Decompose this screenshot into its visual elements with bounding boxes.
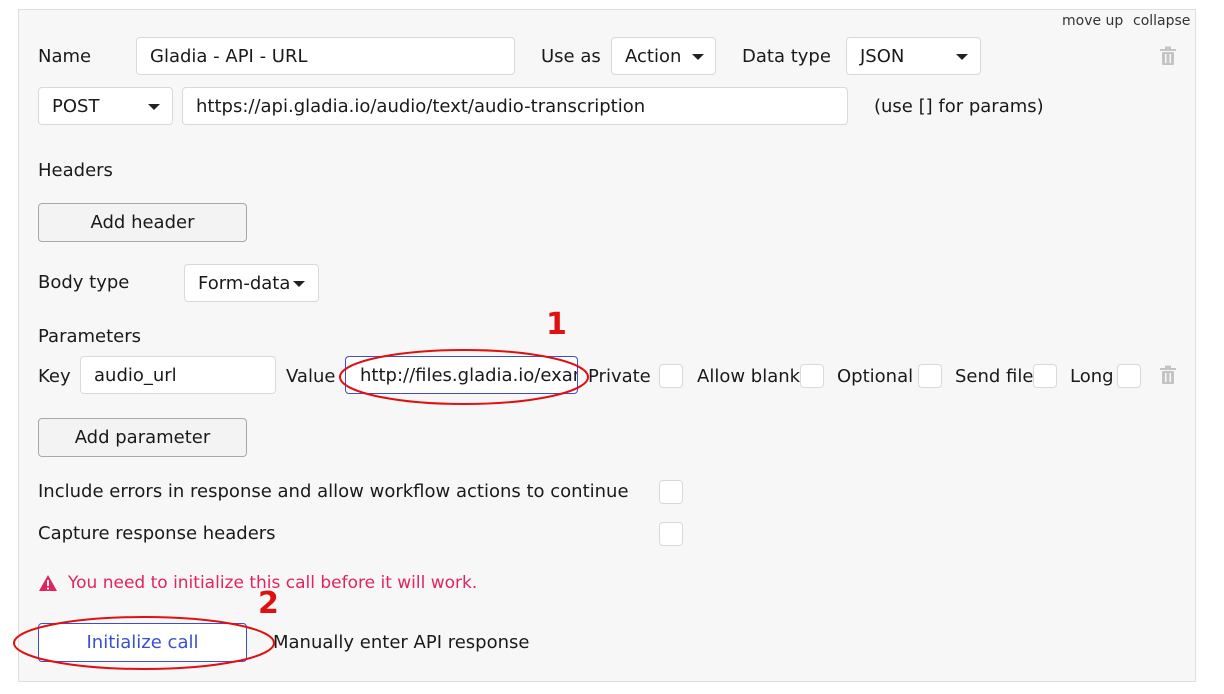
param-key-input[interactable]: audio_url bbox=[80, 356, 276, 394]
value-label: Value bbox=[286, 366, 336, 387]
method-value: POST bbox=[52, 95, 100, 117]
capture-headers-checkbox[interactable] bbox=[659, 522, 683, 546]
chevron-down-icon bbox=[148, 104, 160, 110]
annotation-ellipse-initialize bbox=[13, 616, 275, 670]
optional-label: Optional bbox=[837, 366, 914, 387]
manual-response-link[interactable]: Manually enter API response bbox=[273, 632, 529, 654]
url-input[interactable]: https://api.gladia.io/audio/text/audio-t… bbox=[182, 87, 848, 125]
private-checkbox[interactable] bbox=[659, 364, 683, 388]
use-as-label: Use as bbox=[541, 46, 601, 67]
allow-blank-label: Allow blank bbox=[697, 366, 801, 387]
name-input[interactable]: Gladia - API - URL bbox=[136, 37, 515, 75]
annotation-ellipse-value bbox=[339, 349, 589, 405]
chevron-down-icon bbox=[956, 54, 968, 60]
collapse-link[interactable]: collapse bbox=[1133, 13, 1190, 29]
body-type-dropdown[interactable]: Form-data bbox=[184, 264, 319, 302]
key-label: Key bbox=[38, 366, 71, 387]
body-type-label: Body type bbox=[38, 272, 130, 293]
annotation-number-2: 2 bbox=[258, 586, 279, 621]
annotation-number-1: 1 bbox=[546, 307, 567, 342]
add-header-button[interactable]: Add header bbox=[38, 203, 247, 242]
use-as-dropdown[interactable]: Action bbox=[611, 37, 716, 75]
allow-blank-checkbox[interactable] bbox=[800, 364, 824, 388]
long-checkbox[interactable] bbox=[1117, 364, 1141, 388]
method-dropdown[interactable]: POST bbox=[38, 87, 173, 125]
warning-icon bbox=[39, 575, 57, 591]
use-as-value: Action bbox=[625, 45, 682, 67]
url-hint: (use [] for params) bbox=[874, 96, 1044, 117]
add-parameter-button[interactable]: Add parameter bbox=[38, 418, 247, 457]
name-label: Name bbox=[38, 46, 92, 67]
include-errors-label: Include errors in response and allow wor… bbox=[38, 481, 629, 502]
include-errors-checkbox[interactable] bbox=[659, 480, 683, 504]
private-label: Private bbox=[588, 366, 651, 387]
chevron-down-icon bbox=[293, 281, 305, 287]
body-type-value: Form-data bbox=[198, 272, 291, 294]
chevron-down-icon bbox=[692, 54, 704, 60]
data-type-label: Data type bbox=[742, 46, 831, 67]
send-file-checkbox[interactable] bbox=[1033, 364, 1057, 388]
send-file-label: Send file bbox=[955, 366, 1034, 387]
data-type-dropdown[interactable]: JSON bbox=[846, 37, 981, 75]
capture-headers-label: Capture response headers bbox=[38, 523, 276, 544]
parameters-label: Parameters bbox=[38, 326, 142, 347]
optional-checkbox[interactable] bbox=[918, 364, 942, 388]
headers-label: Headers bbox=[38, 160, 113, 181]
long-label: Long bbox=[1070, 366, 1114, 387]
data-type-value: JSON bbox=[860, 45, 905, 67]
trash-icon[interactable] bbox=[1159, 365, 1177, 385]
trash-icon[interactable] bbox=[1159, 46, 1177, 66]
move-up-link[interactable]: move up bbox=[1062, 13, 1123, 29]
